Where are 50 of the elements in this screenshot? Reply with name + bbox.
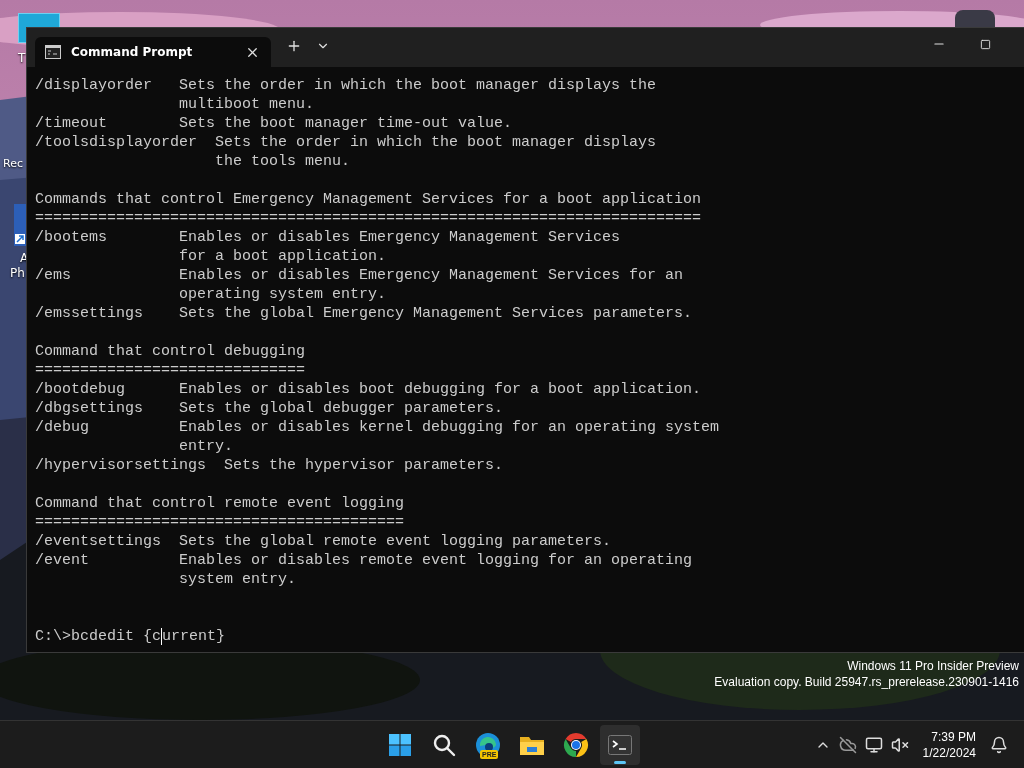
build-text: Evaluation copy. Build 25947.rs_prerelease.230901-1416 [714, 674, 1019, 690]
monitor-icon[interactable] [864, 735, 883, 754]
tab-title: Command Prompt [71, 45, 194, 59]
maximize-icon [979, 38, 991, 50]
console-line: /bootdebug Enables or disables boot debugging for a boot application. [35, 380, 703, 399]
desktop-icon-label: A [19, 251, 29, 266]
chrome-browser-icon [563, 732, 589, 758]
edition-text: Windows 11 Pro Insider Preview [847, 658, 1019, 674]
console-line: operating system entry. [178, 285, 388, 304]
desktop-icon-label: T [17, 51, 26, 66]
console-line: /timeout Sets the boot manager time-out value. [35, 114, 514, 133]
command-prompt-line[interactable]: C:\>bcdedit {current} [35, 627, 1016, 646]
cloud-off-icon[interactable] [838, 735, 857, 754]
console-line: system entry. [178, 570, 298, 589]
shortcut-icon[interactable] [14, 204, 26, 248]
console-line: multiboot menu. [178, 95, 316, 114]
clock-time[interactable]: 7:39 PM [931, 728, 976, 745]
console-line: ========================================================================== [35, 209, 703, 228]
volume-muted-icon[interactable] [890, 735, 909, 754]
desktop-icon-label: Ph [9, 266, 25, 281]
folder-icon [519, 734, 545, 756]
bell-icon[interactable] [990, 735, 1008, 754]
console-line: ============================== [35, 361, 307, 380]
plus-icon [286, 38, 302, 54]
console-line: Commands that control Emergency Management Services for a boot application [35, 190, 703, 209]
console-line: /hypervisorsettings Sets the hypervisor parameters. [35, 456, 505, 475]
search-icon [432, 733, 456, 757]
console-line: /event Enables or disables remote event logging for an operating [35, 551, 694, 570]
desktop-icon-label: Rec [2, 156, 23, 171]
windows-logo-icon [388, 733, 412, 757]
console-line: /displayorder Sets the order in which the boot manager displays the [35, 76, 658, 95]
console-line: /dbgsettings Sets the global debugger parameters. [35, 399, 505, 418]
console-line: /emssettings Sets the global Emergency Management Services parameters. [35, 304, 694, 323]
clock-date[interactable]: 1/22/2024 [922, 744, 976, 761]
console-line: the tools menu. [214, 152, 352, 171]
console-line: ========================================= [35, 513, 406, 532]
console-line: /ems Enables or disables Emergency Management Services for an [35, 266, 685, 285]
console-line: entry. [178, 437, 235, 456]
console-line: Command that control debugging [35, 342, 307, 361]
console-line: /bootems Enables or disables Emergency Management Services [35, 228, 622, 247]
console-line: /toolsdisplayorder Sets the order in which the boot manager displays [35, 133, 658, 152]
console-line: for a boot application. [178, 247, 388, 266]
console-line: /debug Enables or disables kernel debugging for an operating system [35, 418, 721, 437]
terminal-tab[interactable]: Command Prompt [35, 37, 271, 67]
terminal-icon [608, 735, 632, 755]
console-line: /eventsettings Sets the global remote event logging parameters. [35, 532, 613, 551]
console-line: Command that control remote event logging [35, 494, 406, 513]
taskbar-button[interactable] [600, 725, 640, 765]
command-prompt-icon [45, 45, 61, 59]
app-icon[interactable] [955, 10, 995, 27]
